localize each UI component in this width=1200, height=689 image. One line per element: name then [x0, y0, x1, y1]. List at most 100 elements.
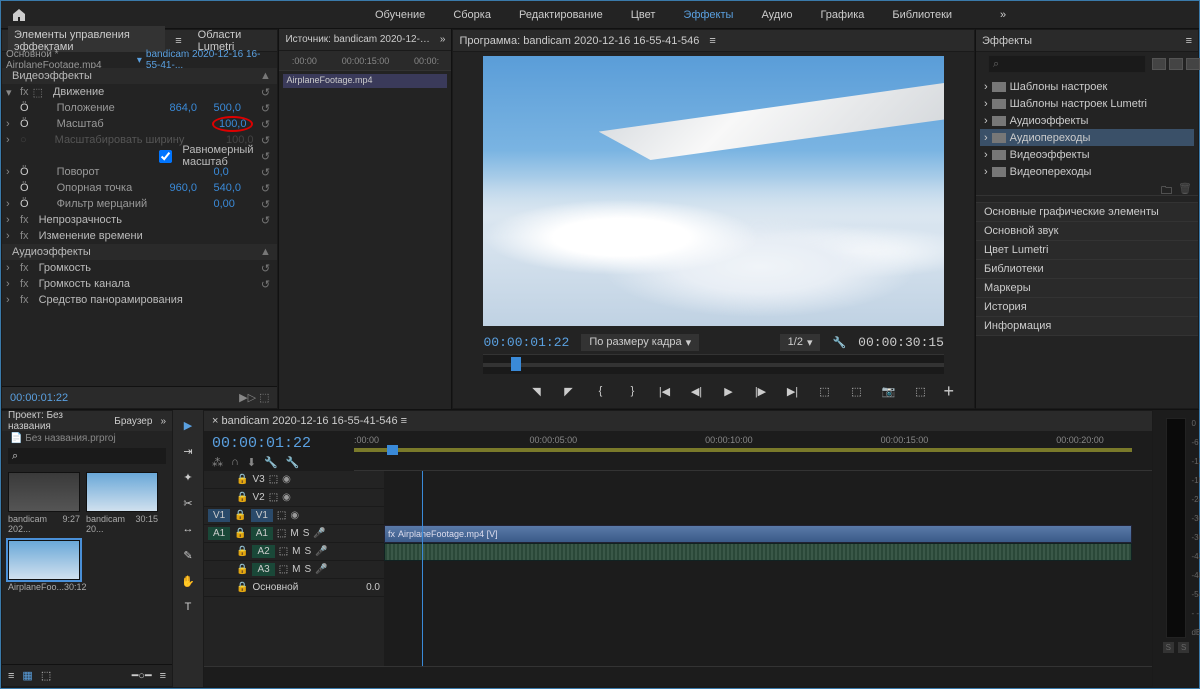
- sequence-tab[interactable]: × bandicam 2020-12-16 16-55-41-546 ≡: [212, 415, 407, 427]
- position-y[interactable]: 500,0: [213, 102, 253, 114]
- razor-tool-icon[interactable]: ✂: [179, 494, 197, 512]
- lift-icon[interactable]: ⬚: [815, 382, 833, 400]
- selection-tool-icon[interactable]: ▶: [179, 416, 197, 434]
- solo-left[interactable]: S: [1163, 642, 1174, 653]
- ws-tab[interactable]: Обучение: [375, 9, 425, 21]
- ws-tab[interactable]: Библиотеки: [892, 9, 952, 21]
- hand-tool-icon[interactable]: ✋: [179, 572, 197, 590]
- motion-effect[interactable]: Движение: [47, 86, 254, 98]
- fit-dropdown[interactable]: По размеру кадра▾: [581, 334, 699, 351]
- video-clip[interactable]: fxAirplaneFootage.mp4 [V]: [384, 525, 1132, 543]
- ws-tab[interactable]: Цвет: [631, 9, 656, 21]
- button-editor-icon[interactable]: +: [943, 381, 954, 402]
- opacity-effect[interactable]: Непрозрачность: [33, 214, 254, 226]
- timeline-tracks-area[interactable]: fxAirplaneFootage.mp4 [V]: [384, 471, 1152, 666]
- panel-link[interactable]: Маркеры: [976, 279, 1198, 298]
- timeline-ruler[interactable]: :00:00 00:00:05:00 00:00:10:00 00:00:15:…: [354, 431, 1152, 471]
- slip-tool-icon[interactable]: ↔: [179, 520, 197, 538]
- effect-controls-panel: Элементы управления эффектами≡ Области L…: [1, 29, 278, 409]
- go-prev-icon[interactable]: |◀: [655, 382, 673, 400]
- ws-tab[interactable]: Аудио: [761, 9, 792, 21]
- project-item[interactable]: bandicam 20...30:15: [86, 472, 158, 534]
- reset-icon[interactable]: ↺: [257, 86, 273, 99]
- list-view-icon[interactable]: ≡: [8, 670, 14, 682]
- mark-out-icon[interactable]: ◤: [559, 382, 577, 400]
- snap-icon[interactable]: ⁂: [212, 456, 223, 469]
- mini-clip[interactable]: AirplaneFootage.mp4: [283, 74, 447, 88]
- source-a1[interactable]: A1: [208, 527, 230, 540]
- effects-tree: ›Шаблоны настроек ›Шаблоны настроек Lume…: [976, 76, 1198, 182]
- effects-search-input[interactable]: [999, 58, 1141, 70]
- mic-icon[interactable]: 🎤: [313, 528, 325, 539]
- timeremap-effect[interactable]: Изменение времени: [33, 230, 274, 242]
- solo-right[interactable]: S: [1178, 642, 1189, 653]
- program-viewport[interactable]: [483, 56, 944, 326]
- wrench-icon[interactable]: 🔧: [286, 456, 300, 469]
- ws-tab[interactable]: Редактирование: [519, 9, 603, 21]
- pen-tool-icon[interactable]: ✎: [179, 546, 197, 564]
- ws-tab[interactable]: Графика: [820, 9, 864, 21]
- project-search-input[interactable]: [18, 451, 162, 462]
- step-fwd-icon[interactable]: |▶: [751, 382, 769, 400]
- project-item[interactable]: bandicam 202...9:27: [8, 472, 80, 534]
- panel-link[interactable]: Основной звук: [976, 222, 1198, 241]
- fx-folder[interactable]: ›Видеоэффекты: [980, 146, 1194, 163]
- program-timecode[interactable]: 00:00:01:22: [483, 335, 569, 350]
- scale-value-highlighted[interactable]: 100,0: [212, 116, 254, 132]
- freeform-view-icon[interactable]: ⬚: [41, 669, 51, 682]
- fx-folder[interactable]: ›Шаблоны настроек: [980, 78, 1194, 95]
- rotation-value[interactable]: 0,0: [213, 166, 253, 178]
- source-v1[interactable]: V1: [208, 509, 230, 522]
- playhead-icon[interactable]: [387, 445, 398, 455]
- media-browser-tab[interactable]: Браузер: [114, 416, 152, 427]
- panel-link[interactable]: История: [976, 298, 1198, 317]
- mark-in-icon[interactable]: ◥: [527, 382, 545, 400]
- panel-link[interactable]: Цвет Lumetri: [976, 241, 1198, 260]
- type-tool-icon[interactable]: T: [179, 598, 197, 616]
- icon-view-icon[interactable]: ▦: [22, 669, 32, 682]
- fx-folder-selected[interactable]: ›Аудиопереходы: [980, 129, 1194, 146]
- home-icon[interactable]: [11, 7, 27, 23]
- go-next-icon[interactable]: ▶|: [783, 382, 801, 400]
- track-select-tool-icon[interactable]: ⇥: [179, 442, 197, 460]
- settings-icon[interactable]: 🔧: [264, 456, 278, 469]
- ws-tab-active[interactable]: Эффекты: [683, 9, 733, 21]
- linked-sel-icon[interactable]: ∩: [231, 456, 239, 469]
- panel-link[interactable]: Библиотеки: [976, 260, 1198, 279]
- mark-out-btn[interactable]: }: [623, 382, 641, 400]
- compare-icon[interactable]: ⬚: [911, 382, 929, 400]
- audio-meter: 0-6-12 -18-24-30 -36-42-48 -54- -dB SS: [1153, 410, 1199, 687]
- position-prop: Положение: [33, 102, 166, 114]
- marker-icon[interactable]: ⬇: [247, 456, 256, 469]
- ripple-tool-icon[interactable]: ✦: [179, 468, 197, 486]
- project-item-selected[interactable]: AirplaneFoo...30:12: [8, 540, 80, 592]
- mark-in-btn[interactable]: {: [591, 382, 609, 400]
- ws-tab[interactable]: Сборка: [453, 9, 491, 21]
- fx-folder[interactable]: ›Шаблоны настроек Lumetri: [980, 95, 1194, 112]
- export-frame-icon[interactable]: 📷: [879, 382, 897, 400]
- lock-icon[interactable]: 🔒: [236, 474, 248, 485]
- position-x[interactable]: 864,0: [169, 102, 209, 114]
- resolution-dropdown[interactable]: 1/2▾: [780, 334, 821, 351]
- timeline-timecode[interactable]: 00:00:01:22: [212, 435, 346, 452]
- project-tab[interactable]: Проект: Без названия: [8, 410, 106, 432]
- uniform-scale-checkbox[interactable]: [159, 150, 172, 163]
- new-bin-icon[interactable]: 🗀: [1161, 182, 1172, 195]
- extract-icon[interactable]: ⬚: [847, 382, 865, 400]
- panel-link[interactable]: Информация: [976, 317, 1198, 336]
- eye-icon[interactable]: ◉: [282, 474, 291, 485]
- audio-clip[interactable]: [384, 543, 1132, 561]
- play-icon[interactable]: ▶: [719, 382, 737, 400]
- overflow-icon[interactable]: »: [1000, 9, 1006, 21]
- step-back-icon[interactable]: ◀|: [687, 382, 705, 400]
- effects-tab[interactable]: Эффекты: [982, 35, 1032, 47]
- panel-link[interactable]: Основные графические элементы: [976, 203, 1198, 222]
- meter-bars[interactable]: 0-6-12 -18-24-30 -36-42-48 -54- -dB: [1166, 418, 1186, 638]
- trash-icon[interactable]: 🗑: [1178, 182, 1192, 195]
- ec-timecode[interactable]: 00:00:01:22: [10, 392, 68, 404]
- program-scrubber[interactable]: [483, 354, 944, 374]
- fx-folder[interactable]: ›Аудиоэффекты: [980, 112, 1194, 129]
- effect-type-filters[interactable]: [1152, 58, 1200, 70]
- wrench-icon[interactable]: 🔧: [832, 336, 846, 349]
- fx-folder[interactable]: ›Видеопереходы: [980, 163, 1194, 180]
